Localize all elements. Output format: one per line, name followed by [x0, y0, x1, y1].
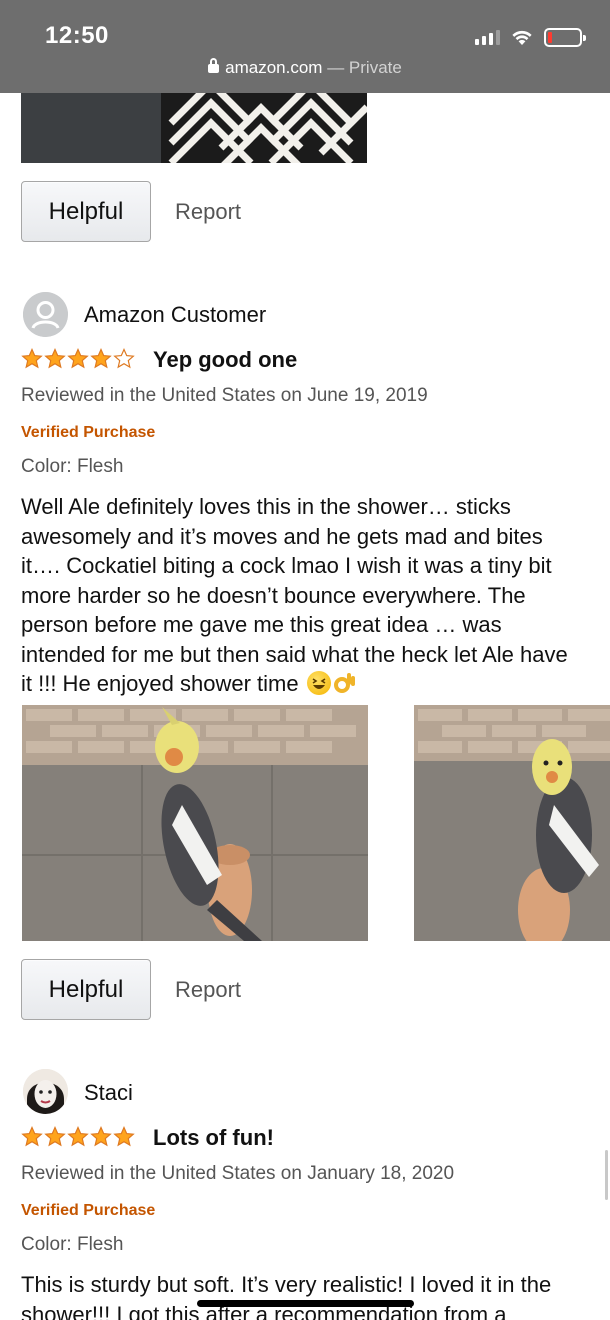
- star-filled-icon: [113, 1126, 135, 1147]
- star-rating: [21, 1126, 135, 1148]
- review-title[interactable]: Yep good one: [153, 347, 297, 373]
- reviewer-name[interactable]: Staci: [84, 1080, 133, 1106]
- product-variant: Color: Flesh: [21, 456, 124, 477]
- review-body-text: Well Ale definitely loves this in the sh…: [21, 494, 568, 696]
- helpful-button[interactable]: Helpful: [21, 181, 151, 242]
- ok-hand-icon: [333, 671, 357, 695]
- helpful-button[interactable]: Helpful: [21, 959, 151, 1020]
- star-filled-icon: [67, 1126, 89, 1147]
- review-photo[interactable]: [414, 705, 610, 941]
- review-date: Reviewed in the United States on June 19…: [21, 385, 428, 406]
- review-photo-previous[interactable]: [21, 93, 367, 163]
- wifi-icon: [512, 30, 532, 45]
- star-filled-icon: [44, 1126, 66, 1147]
- scrollbar[interactable]: [605, 1150, 608, 1200]
- star-filled-icon: [21, 348, 43, 369]
- status-icons: [475, 26, 586, 48]
- product-variant: Color: Flesh: [21, 1234, 124, 1255]
- url-separator: —: [322, 58, 349, 77]
- star-rating: [21, 348, 135, 370]
- cellular-signal-icon: [475, 29, 500, 45]
- review-title[interactable]: Lots of fun!: [153, 1125, 274, 1151]
- user-photo-icon: [23, 1069, 68, 1114]
- lock-icon: [208, 58, 220, 73]
- status-bar: 12:50 amazon.com — Private: [0, 0, 610, 93]
- reviewer-name[interactable]: Amazon Customer: [84, 302, 266, 328]
- avatar: [23, 1069, 68, 1114]
- star-filled-icon: [67, 348, 89, 369]
- user-silhouette-icon: [23, 292, 68, 337]
- url-domain: amazon.com: [225, 58, 323, 77]
- home-indicator[interactable]: [197, 1300, 414, 1307]
- address-bar[interactable]: amazon.com — Private: [0, 58, 610, 78]
- star-filled-icon: [90, 348, 112, 369]
- review-body: This is sturdy but soft. It’s very reali…: [21, 1272, 552, 1320]
- report-link[interactable]: Report: [175, 199, 241, 225]
- review-date: Reviewed in the United States on January…: [21, 1163, 455, 1184]
- star-filled-icon: [90, 1126, 112, 1147]
- star-filled-icon: [21, 1126, 43, 1147]
- verified-purchase-badge: Verified Purchase: [21, 424, 156, 441]
- laughing-face-icon: [306, 671, 331, 695]
- avatar: [23, 292, 68, 337]
- review-photo[interactable]: [22, 705, 368, 941]
- report-link[interactable]: Report: [175, 977, 241, 1003]
- private-label: Private: [348, 58, 402, 77]
- star-filled-icon: [44, 348, 66, 369]
- battery-icon: [544, 27, 586, 47]
- review-body: Well Ale definitely loves this in the sh…: [21, 492, 581, 699]
- star-empty-icon: [113, 348, 135, 369]
- verified-purchase-badge: Verified Purchase: [21, 1202, 156, 1219]
- status-time: 12:50: [45, 22, 109, 49]
